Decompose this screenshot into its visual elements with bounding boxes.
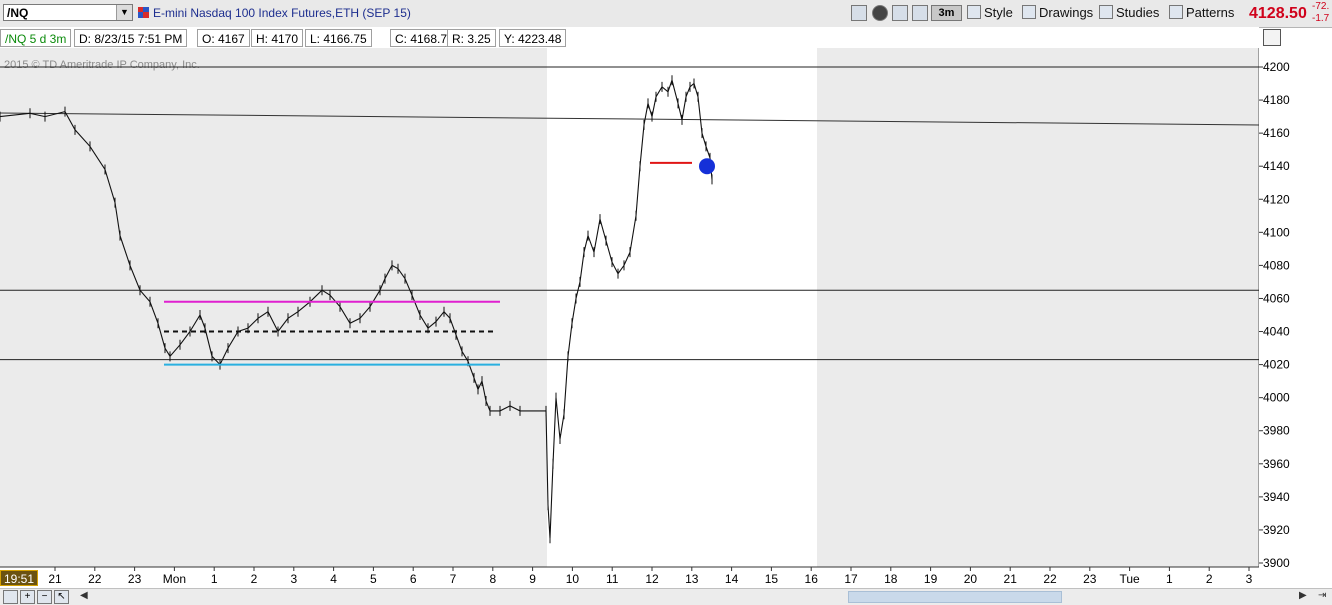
- x-tick-label: Mon: [163, 572, 186, 586]
- y-tick-label: 4080: [1263, 258, 1290, 272]
- y-tick-label: 4180: [1263, 93, 1290, 107]
- x-tick-label: 23: [128, 572, 142, 586]
- x-tick-label: 9: [529, 572, 536, 586]
- x-tick-label: 14: [725, 572, 739, 586]
- scroll-thumb[interactable]: [848, 591, 1062, 603]
- cursor-time-label: 19:51: [0, 570, 38, 586]
- scroll-end-icon[interactable]: ⇥: [1318, 590, 1326, 601]
- y-tick-label: 4060: [1263, 291, 1290, 305]
- x-tick-label: 2: [1206, 572, 1213, 586]
- x-tick-label: 3: [1246, 572, 1253, 586]
- session-highlight: [547, 48, 817, 567]
- chart-background: [0, 48, 1332, 567]
- bottom-scroll-bar: + − ↖ ◀ ▶ ⇥: [0, 588, 1332, 605]
- copyright-text: 2015 © TD Ameritrade IP Company, Inc.: [4, 59, 200, 71]
- x-tick-label: 12: [645, 572, 659, 586]
- x-tick-label: 20: [964, 572, 978, 586]
- x-tick-label: 21: [48, 572, 62, 586]
- y-tick-label: 4200: [1263, 60, 1290, 74]
- y-tick-label: 3980: [1263, 424, 1290, 438]
- x-tick-label: 22: [1043, 572, 1057, 586]
- y-tick-label: 4100: [1263, 225, 1290, 239]
- x-tick-label: 13: [685, 572, 699, 586]
- x-tick-label: 4: [330, 572, 337, 586]
- y-tick-label: 4160: [1263, 126, 1290, 140]
- y-tick-label: 3900: [1263, 556, 1290, 570]
- x-tick-label: 21: [1004, 572, 1018, 586]
- y-tick-label: 4120: [1263, 192, 1290, 206]
- x-tick-label: 5: [370, 572, 377, 586]
- x-tick-label: 6: [410, 572, 417, 586]
- x-tick-label: 18: [884, 572, 898, 586]
- y-tick-label: 3940: [1263, 490, 1290, 504]
- scroll-left-icon[interactable]: ◀: [80, 590, 88, 601]
- zoom-fit-icon[interactable]: [3, 590, 18, 604]
- x-tick-label: 1: [211, 572, 218, 586]
- x-tick-label: 19: [924, 572, 938, 586]
- x-tick-label: 10: [566, 572, 580, 586]
- x-axis: 21 22 23 Mon 1 2 3 4 5 6 7 8 9 10 11 12 13 14 15 16 17 18 19 20…: [0, 566, 1259, 586]
- y-tick-label: 4020: [1263, 358, 1290, 372]
- y-tick-label: 4000: [1263, 391, 1290, 405]
- price-chart[interactable]: 2015 © TD Ameritrade IP Company, Inc. 39…: [0, 0, 1332, 605]
- x-tick-label: Tue: [1119, 572, 1140, 586]
- y-tick-label: 4140: [1263, 159, 1290, 173]
- cursor-icon[interactable]: ↖: [54, 590, 69, 604]
- x-tick-label: 16: [805, 572, 819, 586]
- y-tick-label: 4040: [1263, 325, 1290, 339]
- x-tick-label: 22: [88, 572, 102, 586]
- x-tick-label: 23: [1083, 572, 1097, 586]
- x-tick-label: 3: [290, 572, 297, 586]
- zoom-in-icon[interactable]: +: [20, 590, 35, 604]
- scroll-right-icon[interactable]: ▶: [1299, 590, 1307, 601]
- x-tick-label: 17: [844, 572, 858, 586]
- x-tick-label: 11: [606, 572, 619, 586]
- x-tick-label: 15: [765, 572, 779, 586]
- zoom-out-icon[interactable]: −: [37, 590, 52, 604]
- x-tick-label: 7: [450, 572, 457, 586]
- y-tick-label: 3920: [1263, 523, 1290, 537]
- y-tick-label: 3960: [1263, 457, 1290, 471]
- price-marker: [699, 158, 715, 175]
- x-tick-label: 2: [251, 572, 258, 586]
- x-tick-label: 8: [489, 572, 496, 586]
- x-tick-label: 1: [1166, 572, 1173, 586]
